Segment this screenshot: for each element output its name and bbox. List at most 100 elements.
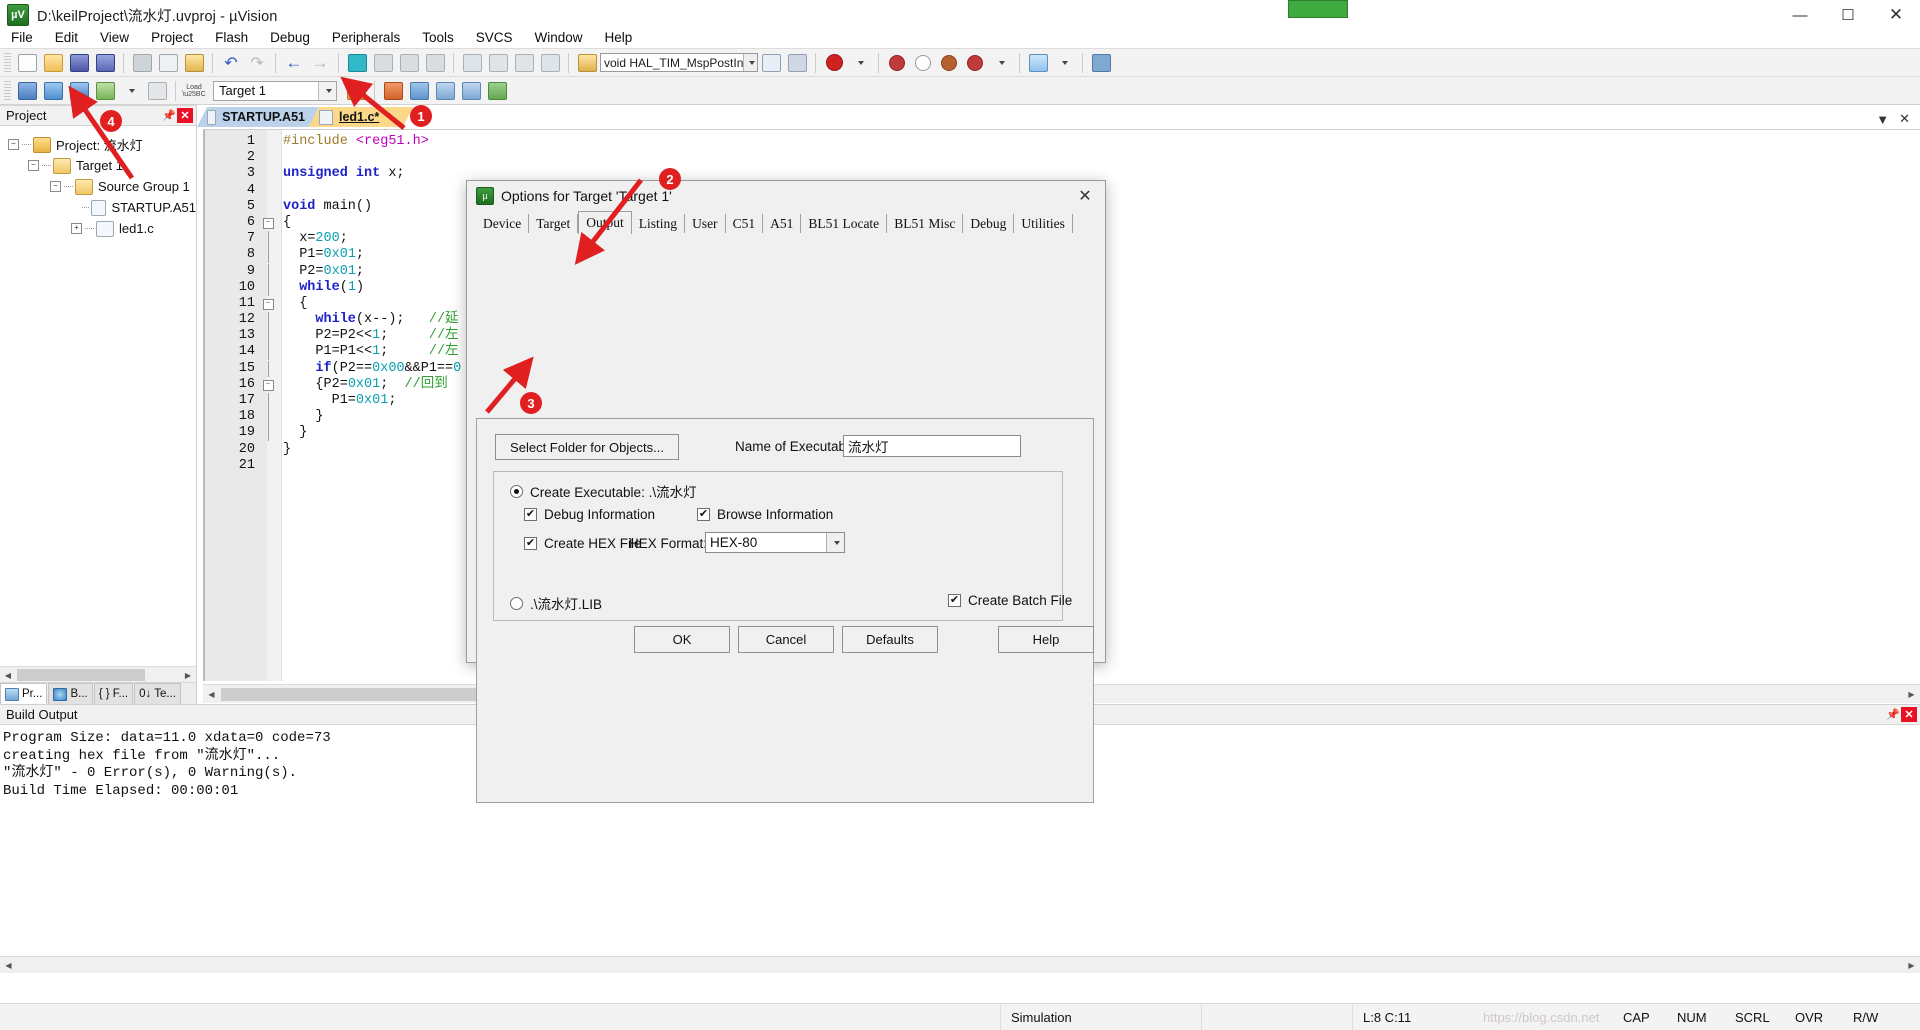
fold-collapse-icon[interactable]: − xyxy=(261,215,275,231)
toolbar-grip[interactable] xyxy=(4,80,11,101)
find-in-files-icon[interactable] xyxy=(574,51,600,75)
cancel-button[interactable]: Cancel xyxy=(738,626,834,653)
load-icon[interactable]: Load \u25BC xyxy=(181,79,207,103)
menu-view[interactable]: View xyxy=(89,28,140,47)
save-all-icon[interactable] xyxy=(92,51,118,75)
close-icon[interactable]: ✕ xyxy=(1901,707,1917,722)
tab-debug[interactable]: Debug xyxy=(963,214,1015,233)
menu-help[interactable]: Help xyxy=(594,28,644,47)
scroll-left-icon[interactable]: ◀ xyxy=(0,958,17,973)
pin-icon[interactable]: 📌 xyxy=(161,107,177,124)
insert-breakpoint-icon[interactable] xyxy=(884,51,910,75)
function-list-icon[interactable] xyxy=(758,51,784,75)
scroll-right-icon[interactable]: ▶ xyxy=(1903,958,1920,973)
redo-icon[interactable] xyxy=(244,51,270,75)
name-of-executable-input[interactable]: 流水灯 xyxy=(843,435,1021,457)
tab-templates[interactable]: 0↓ Te... xyxy=(134,683,182,704)
tab-device[interactable]: Device xyxy=(476,214,530,233)
tab-utilities[interactable]: Utilities xyxy=(1014,214,1073,233)
editor-tab-startup-a51[interactable]: STARTUP.A51 xyxy=(197,107,319,127)
rebuild-icon[interactable] xyxy=(66,79,92,103)
tab-target[interactable]: Target xyxy=(529,214,579,233)
scroll-right-icon[interactable]: ▶ xyxy=(1903,686,1920,702)
toolbar-grip[interactable] xyxy=(4,52,11,73)
menu-window[interactable]: Window xyxy=(523,28,593,47)
function-navigation-combo[interactable]: void HAL_TIM_MspPostIn xyxy=(600,53,758,72)
chevron-down-icon[interactable] xyxy=(743,54,757,71)
help-button[interactable]: Help xyxy=(998,626,1094,653)
ok-button[interactable]: OK xyxy=(634,626,730,653)
batch-build-dropdown-icon[interactable] xyxy=(118,79,144,103)
find-icon[interactable] xyxy=(784,51,810,75)
menu-project[interactable]: Project xyxy=(140,28,204,47)
scroll-left-icon[interactable]: ◀ xyxy=(0,667,16,683)
manage-components-icon[interactable] xyxy=(406,79,432,103)
browse-information-checkbox[interactable]: ✔ xyxy=(697,508,710,521)
defaults-button[interactable]: Defaults xyxy=(842,626,938,653)
expander-icon[interactable]: + xyxy=(71,223,82,234)
remove-item-icon[interactable] xyxy=(458,79,484,103)
comment-icon[interactable] xyxy=(511,51,537,75)
menu-tools[interactable]: Tools xyxy=(411,28,465,47)
expander-icon[interactable]: − xyxy=(8,139,19,150)
batch-build-icon[interactable] xyxy=(92,79,118,103)
dialog-close-button[interactable]: ✕ xyxy=(1065,182,1105,210)
cut-icon[interactable] xyxy=(129,51,155,75)
select-folder-for-objects-button[interactable]: Select Folder for Objects... xyxy=(495,434,679,460)
copy-icon[interactable] xyxy=(155,51,181,75)
tab-listing[interactable]: Listing xyxy=(631,214,686,233)
tab-a51[interactable]: A51 xyxy=(763,214,802,233)
target-options-icon[interactable] xyxy=(343,79,369,103)
scrollbar-thumb[interactable] xyxy=(17,669,145,681)
pack-installer-icon[interactable] xyxy=(484,79,510,103)
tab-functions[interactable]: { } F... xyxy=(93,683,134,704)
create-executable-row[interactable]: Create Executable: .\流水灯 xyxy=(510,481,697,501)
tab-bl51-misc[interactable]: BL51 Misc xyxy=(887,214,964,233)
scroll-left-icon[interactable]: ◀ xyxy=(203,686,220,702)
tree-item-led1-c[interactable]: + led1.c xyxy=(8,218,196,239)
disable-breakpoints-icon[interactable] xyxy=(962,51,988,75)
bookmark-toggle-icon[interactable] xyxy=(344,51,370,75)
chevron-down-icon[interactable] xyxy=(826,533,844,552)
close-icon[interactable]: ✕ xyxy=(177,108,193,123)
menu-edit[interactable]: Edit xyxy=(44,28,89,47)
manage-windows-icon[interactable] xyxy=(1025,51,1051,75)
browse-information-row[interactable]: ✔ Browse Information xyxy=(697,507,833,522)
manage-project-items-icon[interactable] xyxy=(380,79,406,103)
menu-flash[interactable]: Flash xyxy=(204,28,259,47)
create-batch-file-row[interactable]: ✔ Create Batch File xyxy=(948,593,1072,608)
tab-output[interactable]: Output xyxy=(578,211,632,234)
tree-item-startup-a51[interactable]: STARTUP.A51 xyxy=(8,197,196,218)
tab-user[interactable]: User xyxy=(685,214,726,233)
editor-close-icon[interactable]: ✕ xyxy=(1899,111,1910,127)
multi-project-icon[interactable] xyxy=(432,79,458,103)
build-icon[interactable] xyxy=(40,79,66,103)
debug-dropdown-icon[interactable] xyxy=(847,51,873,75)
tree-item-source-group[interactable]: − Source Group 1 xyxy=(8,176,196,197)
tab-project[interactable]: Pr... xyxy=(0,683,48,704)
expander-icon[interactable]: − xyxy=(28,160,39,171)
menu-peripherals[interactable]: Peripherals xyxy=(321,28,411,47)
breakpoints-dropdown-icon[interactable] xyxy=(988,51,1014,75)
editor-restore-icon[interactable]: ▼ xyxy=(1876,112,1889,127)
editor-tab-led1-c[interactable]: led1.c* xyxy=(309,107,413,127)
chevron-down-icon[interactable] xyxy=(318,81,336,100)
translate-icon[interactable] xyxy=(14,79,40,103)
save-icon[interactable] xyxy=(66,51,92,75)
windows-dropdown-icon[interactable] xyxy=(1051,51,1077,75)
download-icon[interactable] xyxy=(144,79,170,103)
create-batch-file-checkbox[interactable]: ✔ xyxy=(948,594,961,607)
scroll-right-icon[interactable]: ▶ xyxy=(180,667,196,683)
outdent-icon[interactable] xyxy=(485,51,511,75)
new-file-icon[interactable] xyxy=(14,51,40,75)
bookmark-prev-icon[interactable] xyxy=(370,51,396,75)
menu-debug[interactable]: Debug xyxy=(259,28,321,47)
paste-icon[interactable] xyxy=(181,51,207,75)
debug-session-icon[interactable] xyxy=(821,51,847,75)
fold-collapse-icon[interactable]: − xyxy=(261,296,275,312)
menu-svcs[interactable]: SVCS xyxy=(465,28,524,47)
create-hex-file-checkbox[interactable]: ✔ xyxy=(524,537,537,550)
create-library-row[interactable]: .\流水灯.LIB xyxy=(510,593,602,613)
tab-books[interactable]: B... xyxy=(48,683,93,704)
pin-icon[interactable]: 📌 xyxy=(1885,706,1901,723)
